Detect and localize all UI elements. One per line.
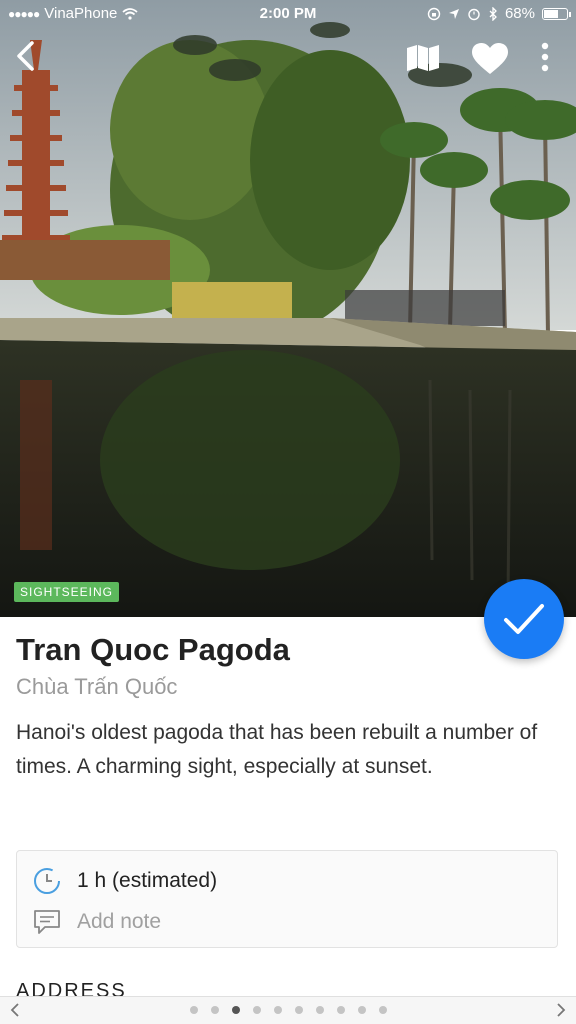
more-vertical-icon	[541, 42, 549, 72]
location-arrow-icon	[448, 8, 459, 19]
chevron-right-icon	[557, 1003, 566, 1017]
map-icon	[407, 45, 439, 71]
page-dot[interactable]	[189, 1006, 198, 1014]
page-dot[interactable]	[378, 1006, 387, 1014]
page-dot[interactable]	[294, 1006, 303, 1014]
clock-icon	[34, 868, 60, 894]
place-local-name: Chùa Trấn Quốc	[16, 674, 178, 699]
heart-icon	[472, 43, 508, 74]
place-description: Hanoi's oldest pagoda that has been rebu…	[16, 721, 538, 778]
more-options-button[interactable]	[538, 42, 552, 79]
page-dot[interactable]	[336, 1006, 345, 1014]
bluetooth-icon	[489, 6, 497, 21]
add-note-row[interactable]: Add note	[33, 909, 161, 935]
duration-row[interactable]: 1 h (estimated)	[33, 867, 217, 895]
place-title: Tran Quoc Pagoda	[16, 632, 290, 667]
favorite-button[interactable]	[471, 42, 509, 81]
page-dot[interactable]	[252, 1006, 261, 1014]
page-navigation-bar	[0, 996, 576, 1024]
mark-visited-button[interactable]	[484, 579, 564, 659]
info-card: 1 h (estimated) Add note	[16, 850, 558, 948]
chevron-left-icon	[17, 41, 34, 71]
battery-percentage: 68%	[504, 5, 535, 22]
page-dot[interactable]	[231, 1006, 240, 1014]
pagoda-photo	[0, 0, 576, 617]
status-bar: ●●●●● VinaPhone 2:00 PM 68%	[0, 0, 576, 30]
checkmark-icon	[504, 604, 544, 634]
back-button[interactable]	[14, 38, 38, 79]
page-dot[interactable]	[357, 1006, 366, 1014]
category-badge: SIGHTSEEING	[14, 582, 120, 602]
alarm-icon	[468, 8, 480, 20]
next-page-button[interactable]	[556, 1001, 566, 1022]
map-button[interactable]	[406, 44, 440, 77]
note-icon	[34, 910, 60, 934]
rotation-lock-icon	[427, 7, 441, 20]
page-dot[interactable]	[315, 1006, 324, 1014]
page-dot[interactable]	[273, 1006, 282, 1014]
add-note-label: Add note	[77, 910, 162, 933]
battery-icon	[542, 7, 571, 20]
page-dot[interactable]	[210, 1006, 219, 1014]
page-indicator[interactable]	[0, 1006, 576, 1014]
hero-image	[0, 0, 576, 617]
duration-label: 1 h (estimated)	[77, 869, 218, 892]
